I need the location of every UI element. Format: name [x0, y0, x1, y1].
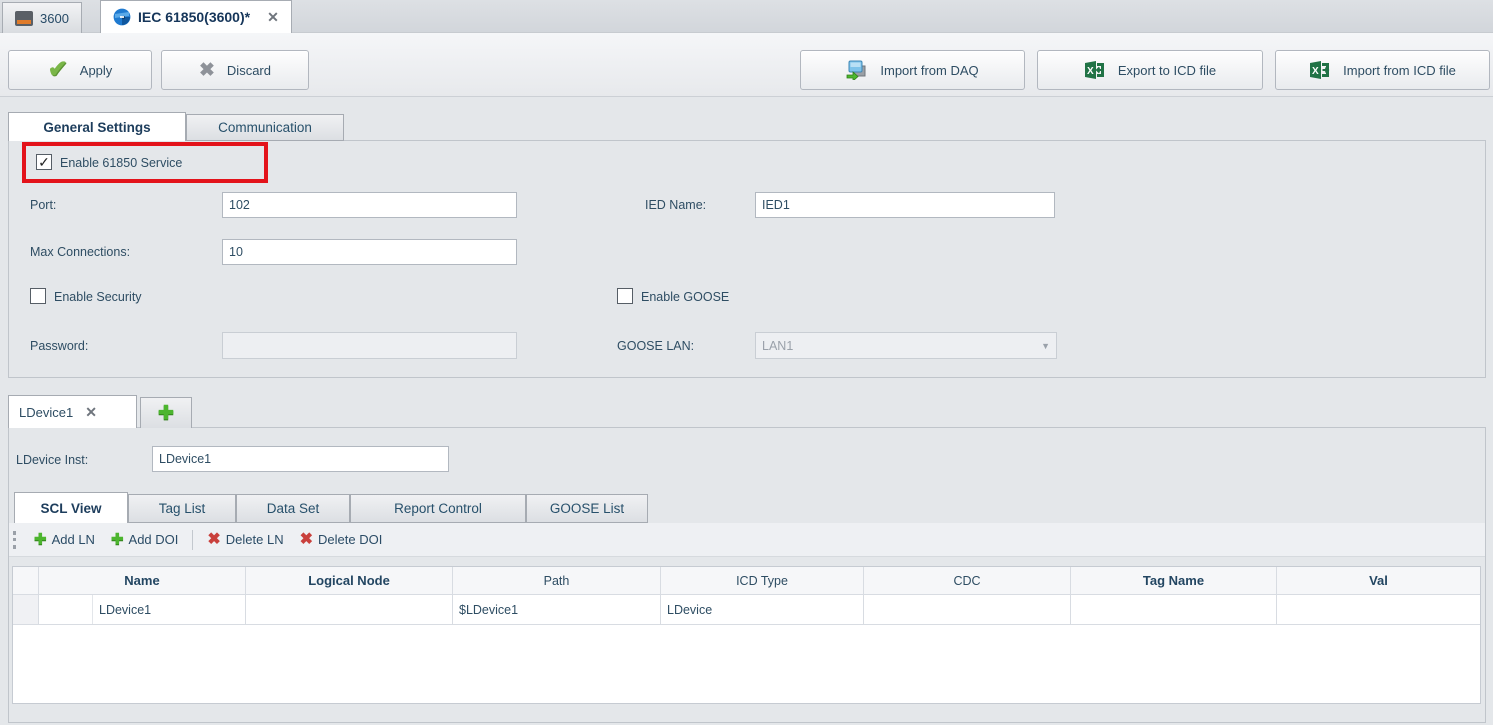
import-from-daq-button[interactable]: Import from DAQ [800, 50, 1025, 90]
apply-button[interactable]: ✔ Apply [8, 50, 152, 90]
apply-label: Apply [80, 63, 113, 78]
import-daq-icon [846, 60, 868, 80]
tab-data-set-label: Data Set [267, 501, 320, 516]
tab-general-settings[interactable]: General Settings [8, 112, 186, 141]
enable-goose-checkbox[interactable] [617, 288, 633, 304]
tab-scl-view[interactable]: SCL View [14, 492, 128, 523]
discard-label: Discard [227, 63, 271, 78]
iec-61850-icon [113, 8, 131, 26]
table-row[interactable]: LDevice1 $LDevice1 LDevice [13, 595, 1480, 625]
max-connections-label: Max Connections: [30, 245, 130, 259]
ldevice-inst-label: LDevice Inst: [16, 453, 88, 467]
tab-goose-list-label: GOOSE List [550, 501, 624, 516]
close-icon[interactable]: ✕ [267, 9, 279, 26]
export-to-icd-button[interactable]: X Export to ICD file [1037, 50, 1263, 90]
port-label: Port: [30, 198, 56, 212]
tab-goose-list[interactable]: GOOSE List [526, 494, 648, 523]
tree-indent [39, 595, 93, 624]
tab-communication[interactable]: Communication [186, 114, 344, 141]
ied-name-input[interactable] [755, 192, 1055, 218]
close-icon[interactable]: ✕ [85, 404, 97, 421]
max-connections-input[interactable] [222, 239, 517, 265]
tab-tag-list-label: Tag List [159, 501, 206, 516]
row-selector-cell[interactable] [13, 595, 39, 624]
password-label: Password: [30, 339, 88, 353]
tab-device-label: 3600 [40, 11, 69, 26]
enable-security-label: Enable Security [54, 290, 142, 304]
password-input[interactable] [222, 332, 517, 359]
toolbar-grip-handle[interactable] [13, 531, 16, 549]
cell-cdc[interactable] [864, 595, 1071, 624]
enable-security-checkbox[interactable] [30, 288, 46, 304]
column-header-tag-name[interactable]: Tag Name [1071, 567, 1277, 594]
ldevice-inst-input[interactable] [152, 446, 449, 472]
cell-val[interactable] [1277, 595, 1480, 624]
column-header-val[interactable]: Val [1277, 567, 1480, 594]
export-icd-label: Export to ICD file [1118, 63, 1216, 78]
tab-iec-61850[interactable]: IEC 61850(3600)* ✕ [100, 0, 292, 33]
device-icon [15, 11, 33, 26]
add-doi-button[interactable]: ✚ Add DOI [103, 532, 186, 547]
cell-icd-type[interactable]: LDevice [661, 595, 864, 624]
import-icd-label: Import from ICD file [1343, 63, 1456, 78]
cell-name[interactable]: LDevice1 [39, 595, 246, 624]
delete-doi-button[interactable]: ✖ Delete DOI [292, 532, 391, 548]
port-input[interactable] [222, 192, 517, 218]
plus-icon: ✚ [158, 404, 174, 423]
tab-tag-list[interactable]: Tag List [128, 494, 236, 523]
tab-scl-view-label: SCL View [40, 501, 101, 516]
add-ln-button[interactable]: ✚ Add LN [26, 532, 103, 547]
row-selector-header [13, 567, 39, 594]
delete-doi-label: Delete DOI [318, 532, 382, 547]
tab-ldevice1-label: LDevice1 [19, 405, 73, 420]
discard-button[interactable]: ✖ Discard [161, 50, 309, 90]
plus-icon: ✚ [34, 532, 47, 547]
add-ln-label: Add LN [52, 532, 95, 547]
document-tab-bar: 3600 IEC 61850(3600)* ✕ [0, 0, 1493, 33]
tab-report-control[interactable]: Report Control [350, 494, 526, 523]
scl-grid-toolbar: ✚ Add LN ✚ Add DOI ✖ Delete LN ✖ Delete … [9, 523, 1485, 557]
toolbar-separator [192, 530, 193, 550]
goose-lan-label: GOOSE LAN: [617, 339, 694, 353]
x-icon: ✖ [199, 61, 215, 80]
column-header-name[interactable]: Name [39, 567, 246, 594]
cell-tag-name[interactable] [1071, 595, 1277, 624]
column-header-icd-type[interactable]: ICD Type [661, 567, 864, 594]
svg-text:X: X [1312, 66, 1319, 77]
ied-name-label: IED Name: [645, 198, 706, 212]
tab-ldevice1[interactable]: LDevice1 ✕ [8, 395, 137, 428]
tab-communication-label: Communication [218, 120, 312, 135]
import-daq-label: Import from DAQ [880, 63, 978, 78]
goose-lan-value: LAN1 [762, 339, 793, 353]
plus-icon: ✚ [111, 532, 124, 547]
tab-device-3600[interactable]: 3600 [2, 2, 82, 33]
tab-data-set[interactable]: Data Set [236, 494, 350, 523]
add-doi-label: Add DOI [129, 532, 179, 547]
import-from-icd-button[interactable]: X Import from ICD file [1275, 50, 1490, 90]
chevron-down-icon: ▼ [1041, 341, 1050, 351]
add-ldevice-tab[interactable]: ✚ [140, 397, 192, 428]
tab-report-control-label: Report Control [394, 501, 482, 516]
column-header-path[interactable]: Path [453, 567, 661, 594]
delete-icon: ✖ [300, 532, 313, 548]
delete-icon: ✖ [207, 532, 220, 548]
svg-text:X: X [1087, 66, 1094, 77]
import-icd-icon: X [1309, 60, 1331, 80]
goose-lan-dropdown[interactable]: LAN1 ▼ [755, 332, 1057, 359]
delete-ln-label: Delete LN [226, 532, 284, 547]
cell-path[interactable]: $LDevice1 [453, 595, 661, 624]
export-icd-icon: X [1084, 60, 1106, 80]
tab-iec-label: IEC 61850(3600)* [138, 9, 250, 25]
column-header-logical-node[interactable]: Logical Node [246, 567, 453, 594]
grid-header-row: Name Logical Node Path ICD Type CDC Tag … [13, 567, 1480, 595]
scl-data-grid: Name Logical Node Path ICD Type CDC Tag … [12, 566, 1481, 704]
highlight-rectangle [22, 142, 268, 183]
check-icon: ✔ [48, 58, 68, 82]
cell-logical-node[interactable] [246, 595, 453, 624]
delete-ln-button[interactable]: ✖ Delete LN [199, 532, 291, 548]
main-toolbar: ✔ Apply ✖ Discard Import from DAQ X Expo… [0, 33, 1493, 97]
tab-general-settings-label: General Settings [43, 120, 150, 135]
column-header-cdc[interactable]: CDC [864, 567, 1071, 594]
enable-goose-label: Enable GOOSE [641, 290, 729, 304]
